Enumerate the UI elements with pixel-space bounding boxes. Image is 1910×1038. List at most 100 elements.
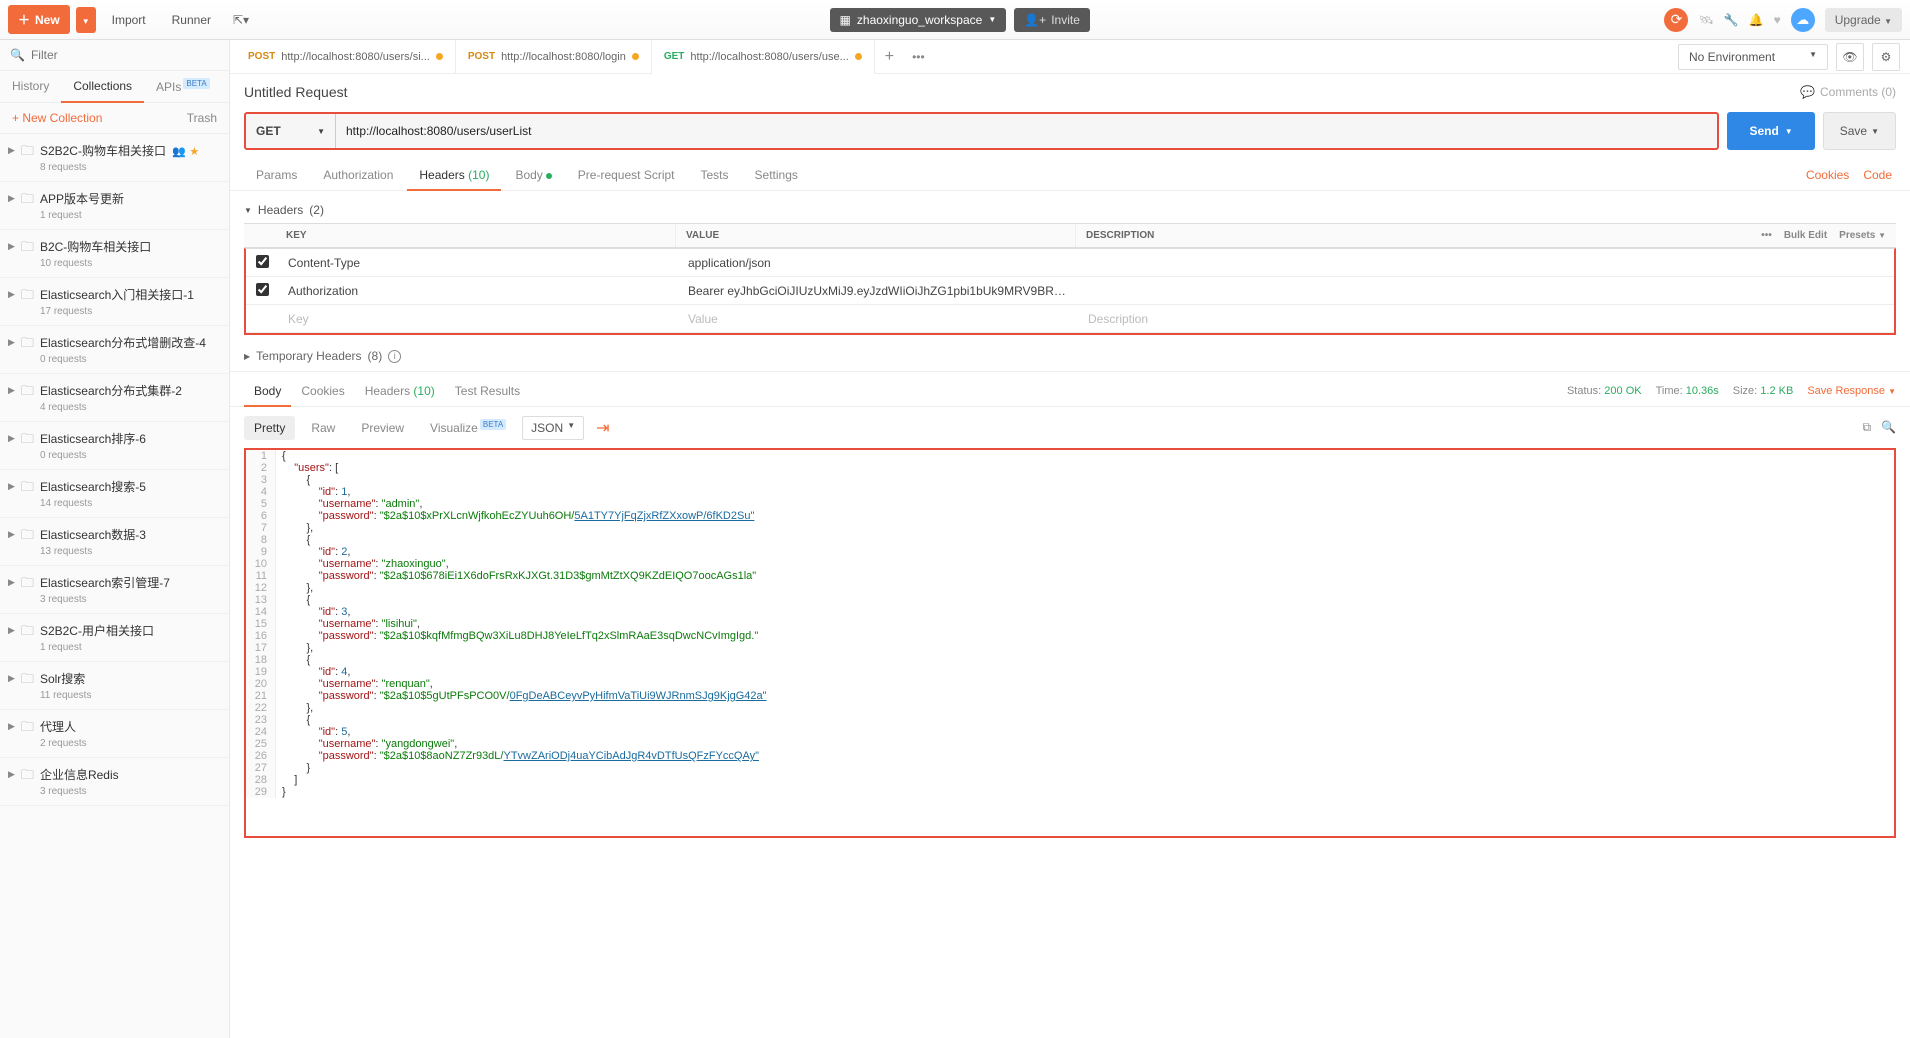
- search-response-icon[interactable]: 🔍: [1881, 420, 1896, 435]
- tab-prerequest[interactable]: Pre-request Script: [566, 160, 687, 190]
- tab-params[interactable]: Params: [244, 160, 309, 190]
- search-icon: 🔍: [10, 48, 25, 62]
- folder-icon: 🗀: [21, 334, 34, 356]
- response-tab-body[interactable]: Body: [244, 376, 291, 406]
- response-tab-cookies[interactable]: Cookies: [291, 376, 354, 406]
- bell-icon[interactable]: 🔔: [1749, 13, 1764, 27]
- new-button[interactable]: ＋New: [8, 5, 70, 34]
- tab-apis[interactable]: APIsBETA: [144, 71, 222, 102]
- comments-button[interactable]: 💬Comments (0): [1800, 85, 1896, 99]
- trash-button[interactable]: Trash: [187, 111, 217, 125]
- response-tab-tests[interactable]: Test Results: [445, 376, 530, 406]
- sync-icon[interactable]: ⟳: [1664, 8, 1688, 32]
- collection-item[interactable]: ▶ 🗀 代理人2 requests: [0, 710, 229, 758]
- header-row-new[interactable]: KeyValueDescription: [246, 305, 1894, 333]
- bulk-edit-button[interactable]: Bulk Edit: [1784, 230, 1827, 241]
- settings-gear-icon[interactable]: ⚙: [1872, 43, 1900, 71]
- profile-icon[interactable]: ☁: [1791, 8, 1815, 32]
- save-response-button[interactable]: Save Response ▼: [1807, 385, 1896, 397]
- request-tab[interactable]: GEThttp://localhost:8080/users/use...: [652, 40, 875, 74]
- satellite-icon[interactable]: 🛰: [1698, 13, 1713, 27]
- folder-icon: 🗀: [21, 478, 34, 500]
- response-body[interactable]: 1{2 "users": [3 {4 "id": 1,5 "username":…: [244, 448, 1896, 838]
- collection-item[interactable]: ▶ 🗀 Elasticsearch入门相关接口-117 requests: [0, 278, 229, 326]
- view-pretty[interactable]: Pretty: [244, 416, 295, 440]
- headers-toggle[interactable]: ▼ Headers (2): [244, 197, 1896, 223]
- cookies-link[interactable]: Cookies: [1806, 168, 1849, 182]
- collection-item[interactable]: ▶ 🗀 Elasticsearch索引管理-73 requests: [0, 566, 229, 614]
- collection-item[interactable]: ▶ 🗀 S2B2C-用户相关接口1 request: [0, 614, 229, 662]
- format-selector[interactable]: JSON▼: [522, 416, 584, 440]
- heart-icon[interactable]: ♥: [1774, 13, 1781, 27]
- plus-icon: ＋: [18, 11, 30, 28]
- col-value: VALUE: [676, 224, 1076, 247]
- tab-headers[interactable]: Headers (10): [407, 160, 501, 190]
- header-checkbox[interactable]: [256, 255, 269, 268]
- collection-item[interactable]: ▶ 🗀 Solr搜索11 requests: [0, 662, 229, 710]
- import-button[interactable]: Import: [102, 7, 156, 33]
- folder-icon: 🗀: [21, 286, 34, 308]
- collection-item[interactable]: ▶ 🗀 Elasticsearch分布式增删改查-40 requests: [0, 326, 229, 374]
- open-new-icon[interactable]: ⇱▾: [227, 6, 255, 34]
- view-visualize[interactable]: VisualizeBETA: [420, 415, 516, 440]
- tab-settings[interactable]: Settings: [743, 160, 810, 190]
- method-selector[interactable]: GET▼: [246, 114, 336, 148]
- wrench-icon[interactable]: 🔧: [1724, 13, 1739, 27]
- collection-item[interactable]: ▶ 🗀 S2B2C-购物车相关接口 👥 ★8 requests: [0, 134, 229, 182]
- tab-tests[interactable]: Tests: [689, 160, 741, 190]
- new-tab-button[interactable]: +: [875, 48, 904, 66]
- copy-icon[interactable]: ⧉: [1862, 420, 1871, 435]
- tab-history[interactable]: History: [0, 71, 61, 102]
- folder-icon: 🗀: [21, 670, 34, 692]
- grid-icon: ▦: [840, 13, 851, 27]
- view-raw[interactable]: Raw: [301, 416, 345, 440]
- star-icon: ★: [189, 146, 199, 158]
- tab-body[interactable]: Body: [503, 160, 563, 190]
- collection-item[interactable]: ▶ 🗀 B2C-购物车相关接口10 requests: [0, 230, 229, 278]
- info-icon: i: [388, 350, 401, 363]
- collection-item[interactable]: ▶ 🗀 Elasticsearch数据-313 requests: [0, 518, 229, 566]
- chevron-right-icon: ▶: [8, 529, 15, 540]
- send-button[interactable]: Send▼: [1727, 112, 1814, 150]
- folder-icon: 🗀: [21, 382, 34, 404]
- upgrade-button[interactable]: Upgrade ▼: [1825, 8, 1902, 32]
- chevron-right-icon: ▶: [8, 625, 15, 636]
- headers-more-icon[interactable]: •••: [1761, 230, 1772, 241]
- chevron-right-icon: ▶: [8, 769, 15, 780]
- collection-item[interactable]: ▶ 🗀 Elasticsearch分布式集群-24 requests: [0, 374, 229, 422]
- response-tab-headers[interactable]: Headers (10): [355, 376, 445, 406]
- wrap-lines-icon[interactable]: ⇥: [590, 418, 615, 438]
- presets-button[interactable]: Presets ▼: [1839, 230, 1886, 241]
- chevron-right-icon: ▶: [8, 673, 15, 684]
- environment-selector[interactable]: No Environment▼: [1678, 44, 1828, 70]
- header-row[interactable]: AuthorizationBearer eyJhbGciOiJIUzUxMiJ9…: [246, 277, 1894, 305]
- temporary-headers-toggle[interactable]: ▶ Temporary Headers (8) i: [230, 341, 1910, 371]
- chevron-right-icon: ▶: [8, 241, 15, 252]
- new-dropdown[interactable]: ▼: [76, 7, 96, 33]
- tab-overflow-button[interactable]: •••: [904, 50, 933, 64]
- view-preview[interactable]: Preview: [351, 416, 414, 440]
- share-icon: 👥: [172, 146, 186, 158]
- header-checkbox[interactable]: [256, 283, 269, 296]
- folder-icon: 🗀: [21, 622, 34, 644]
- environment-quicklook-icon[interactable]: 👁: [1836, 43, 1864, 71]
- request-tab[interactable]: POSThttp://localhost:8080/login: [456, 40, 652, 74]
- url-input[interactable]: [336, 114, 1717, 148]
- collection-item[interactable]: ▶ 🗀 企业信息Redis3 requests: [0, 758, 229, 806]
- header-row[interactable]: Content-Typeapplication/json: [246, 249, 1894, 277]
- request-title[interactable]: Untitled Request: [244, 84, 348, 100]
- tab-collections[interactable]: Collections: [61, 71, 144, 102]
- request-tab[interactable]: POSThttp://localhost:8080/users/si...: [236, 40, 456, 74]
- new-collection-button[interactable]: + New Collection: [12, 111, 102, 125]
- invite-button[interactable]: 👤+ Invite: [1014, 8, 1090, 32]
- tab-authorization[interactable]: Authorization: [311, 160, 405, 190]
- collection-item[interactable]: ▶ 🗀 APP版本号更新1 request: [0, 182, 229, 230]
- code-link[interactable]: Code: [1863, 168, 1892, 182]
- filter-input[interactable]: [31, 48, 219, 62]
- collection-item[interactable]: ▶ 🗀 Elasticsearch搜索-514 requests: [0, 470, 229, 518]
- workspace-selector[interactable]: ▦ zhaoxinguo_workspace ▼: [830, 8, 1007, 32]
- collection-item[interactable]: ▶ 🗀 Elasticsearch排序-60 requests: [0, 422, 229, 470]
- col-key: KEY: [276, 224, 676, 247]
- save-button[interactable]: Save▼: [1823, 112, 1896, 150]
- runner-button[interactable]: Runner: [162, 7, 221, 33]
